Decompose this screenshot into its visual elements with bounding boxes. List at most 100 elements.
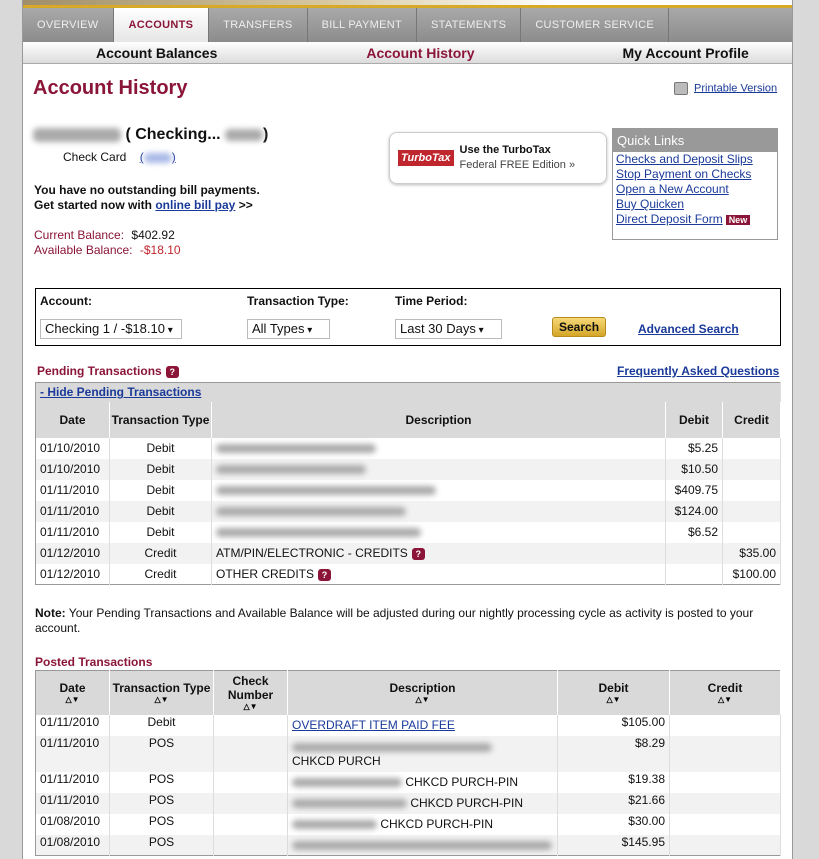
tab-transfers[interactable]: TRANSFERS (209, 8, 308, 42)
description-cell (211, 479, 666, 501)
description-cell (211, 437, 666, 459)
debit-cell: $6.52 (665, 521, 723, 543)
col-description: Description (211, 401, 666, 438)
description-cell: OVERDRAFT ITEM PAID FEE (287, 714, 558, 736)
available-balance-label: Available Balance: (34, 243, 133, 257)
quick-link-direct-deposit[interactable]: Direct Deposit Form (616, 212, 723, 226)
tab-statements[interactable]: STATEMENTS (417, 8, 522, 42)
faq-link[interactable]: Frequently Asked Questions (617, 364, 779, 378)
description-text: CHKCD PURCH-PIN (380, 817, 494, 831)
online-bill-pay-link[interactable]: online bill pay (155, 198, 235, 212)
hide-pending-link[interactable]: - Hide Pending Transactions (40, 385, 201, 399)
redacted-description (292, 742, 492, 752)
col-type: Transaction Type (109, 401, 212, 438)
turbotax-logo: TurboTax (398, 150, 454, 166)
description-cell (211, 458, 666, 480)
pending-note: Note: Your Pending Transactions and Avai… (35, 606, 783, 636)
printable-version-text[interactable]: Printable Version (694, 82, 777, 94)
credit-cell (669, 813, 781, 835)
quick-link-checks[interactable]: Checks and Deposit Slips (613, 152, 777, 167)
quick-link-open-account[interactable]: Open a New Account (613, 182, 777, 197)
check-card-link[interactable]: () (140, 150, 176, 164)
subnav-account-balances[interactable]: Account Balances (96, 42, 217, 63)
redacted-description (216, 486, 436, 496)
description-text: CHKCD PURCH (292, 753, 381, 768)
description-text: CHKCD PURCH-PIN (405, 775, 519, 789)
turbotax-ad[interactable]: TurboTax Use the TurboTax Federal FREE E… (389, 132, 607, 184)
description-cell: CHKCD PURCH-PIN (287, 771, 558, 793)
type-cell: POS (109, 813, 214, 835)
table-row: 01/11/2010 Debit $409.75 (35, 479, 781, 501)
debit-cell: $30.00 (557, 813, 670, 835)
pending-title-text: Pending Transactions (37, 364, 162, 378)
quick-link-buy-quicken[interactable]: Buy Quicken (613, 197, 777, 212)
debit-cell (665, 563, 723, 585)
check-card: Check Card () (63, 150, 176, 164)
sort-icon: △▼ (415, 695, 430, 705)
type-select[interactable]: All Types (247, 319, 330, 339)
table-row: 01/10/2010 Debit $10.50 (35, 458, 781, 480)
description-link[interactable]: OVERDRAFT ITEM PAID FEE (292, 718, 455, 732)
date-cell: 01/08/2010 (35, 834, 110, 856)
sort-icon: △▼ (606, 695, 621, 705)
help-icon[interactable]: ? (165, 366, 179, 378)
printable-version-link[interactable]: Printable Version (674, 82, 777, 95)
type-cell: POS (109, 771, 214, 793)
subnav-my-account-profile[interactable]: My Account Profile (623, 42, 749, 63)
period-select[interactable]: Last 30 Days (395, 319, 502, 339)
col-description[interactable]: Description △▼ (287, 670, 558, 715)
table-row: 01/08/2010 POS $145.95 (35, 834, 781, 856)
table-row: 01/08/2010 POS CHKCD PURCH-PIN $30.00 (35, 813, 781, 835)
table-row: 01/11/2010 POS CHKCD PURCH-PIN $19.38 (35, 771, 781, 793)
tab-accounts[interactable]: ACCOUNTS (113, 8, 210, 42)
search-button[interactable]: Search (552, 317, 607, 337)
advanced-search-link[interactable]: Advanced Search (638, 322, 739, 336)
description-cell: OTHER CREDITS? (211, 563, 666, 585)
bill-msg-2: Get started now with (34, 198, 156, 212)
check-card-label: Check Card (63, 150, 127, 164)
credit-cell (722, 521, 781, 543)
debit-cell: $21.66 (557, 792, 670, 814)
type-cell: Debit (109, 437, 212, 459)
redacted-description (216, 465, 366, 475)
sort-icon: △▼ (154, 695, 169, 705)
table-row: 01/12/2010 Credit ATM/PIN/ELECTRONIC - CRE… (35, 542, 781, 564)
redacted-description (292, 841, 552, 851)
quick-links-panel: Quick Links Checks and Deposit Slips Sto… (612, 128, 778, 240)
account-select[interactable]: Checking 1 / -$18.10 (40, 319, 182, 339)
table-row: 01/10/2010 Debit $5.25 (35, 437, 781, 459)
debit-cell: $8.29 (557, 735, 670, 772)
credit-cell (669, 771, 781, 793)
date-cell: 01/11/2010 (35, 521, 110, 543)
col-credit: Credit (722, 401, 781, 438)
bill-msg-1: You have no outstanding bill payments. (34, 183, 260, 197)
turbotax-line2: Federal FREE Edition » (459, 159, 576, 171)
col-check-number[interactable]: Check Number △▼ (213, 670, 288, 715)
col-debit[interactable]: Debit △▼ (557, 670, 670, 715)
quick-link-stop-payment[interactable]: Stop Payment on Checks (613, 167, 777, 182)
help-icon[interactable]: ? (411, 548, 425, 560)
account-type: ( Checking... (125, 126, 226, 143)
current-balance-value: $402.92 (131, 228, 175, 242)
help-icon[interactable]: ? (318, 568, 332, 581)
bill-arrow: >> (235, 198, 253, 212)
available-balance-value: -$18.10 (139, 243, 181, 257)
main-tabs: OVERVIEW ACCOUNTS TRANSFERS BILL PAYMENT… (23, 8, 792, 42)
col-type[interactable]: Transaction Type △▼ (109, 670, 214, 715)
col-credit[interactable]: Credit △▼ (669, 670, 781, 715)
credit-cell (722, 479, 781, 501)
tab-bill-payment[interactable]: BILL PAYMENT (308, 8, 417, 42)
date-cell: 01/11/2010 (35, 714, 110, 736)
type-cell: Debit (109, 521, 212, 543)
date-cell: 01/12/2010 (35, 542, 110, 564)
check-number-cell (213, 792, 288, 814)
date-cell: 01/11/2010 (35, 771, 110, 793)
note-text: Your Pending Transactions and Available … (35, 606, 754, 635)
subnav-account-history[interactable]: Account History (366, 42, 474, 63)
col-date[interactable]: Date △▼ (35, 670, 110, 715)
tab-customer-service[interactable]: CUSTOMER SERVICE (521, 8, 670, 42)
type-cell: POS (109, 834, 214, 856)
pending-table: - Hide Pending Transactions Date Transac… (35, 382, 781, 585)
tab-overview[interactable]: OVERVIEW (23, 8, 114, 42)
quick-links-title: Quick Links (613, 129, 777, 152)
